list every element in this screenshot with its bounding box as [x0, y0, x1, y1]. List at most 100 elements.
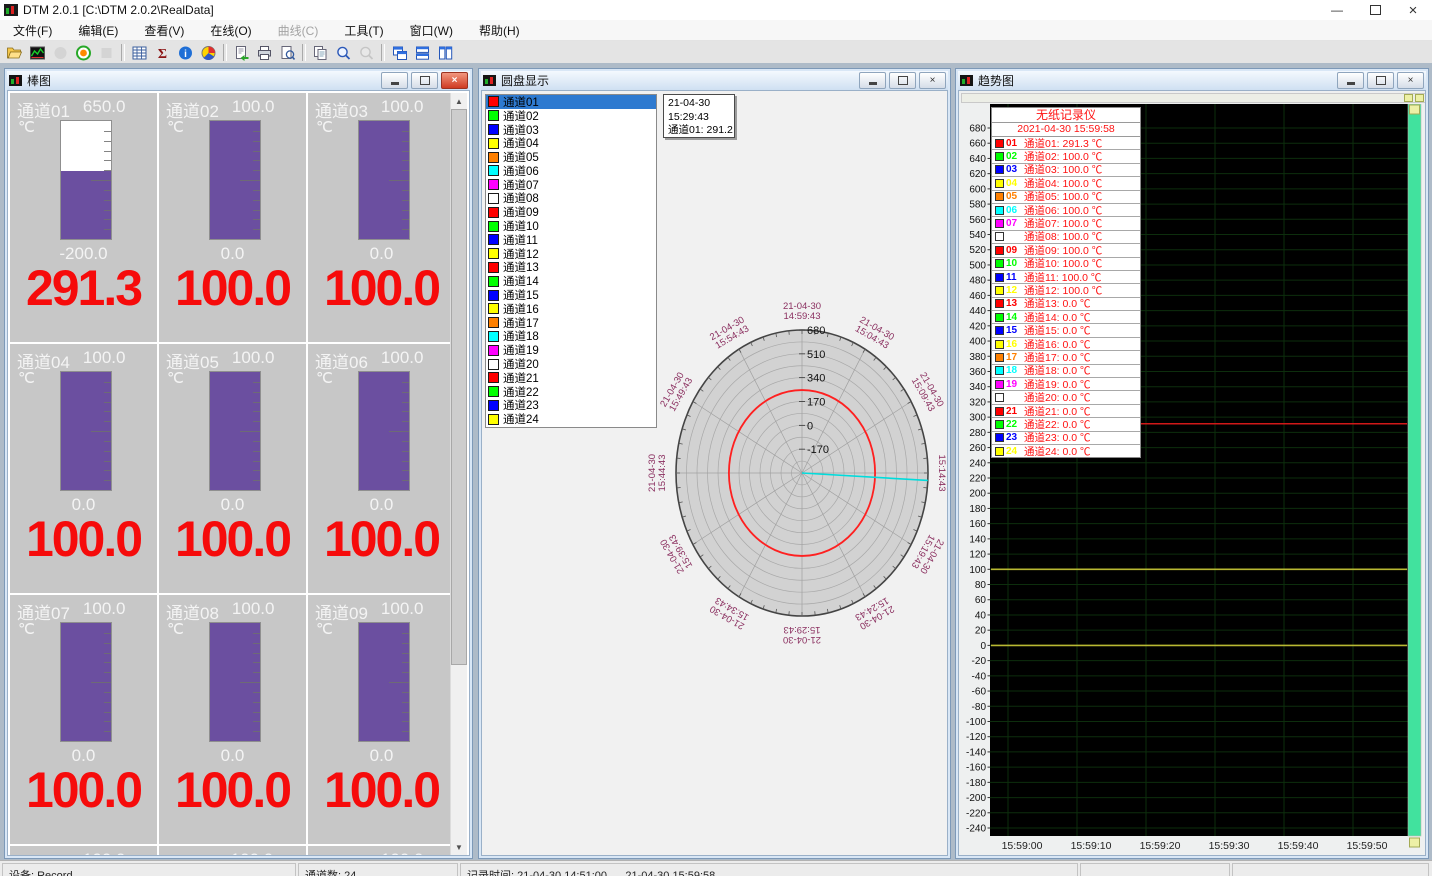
- legend-color-swatch: [995, 273, 1004, 282]
- menu-item-4[interactable]: 在线(O): [197, 19, 264, 42]
- svg-text:-240: -240: [966, 824, 986, 835]
- svg-text:-40: -40: [972, 671, 987, 682]
- app-icon: [4, 4, 18, 16]
- window-close-button[interactable]: ×: [1397, 72, 1424, 89]
- window-maximize-button[interactable]: [1367, 72, 1394, 89]
- slider-handle[interactable]: [1404, 94, 1413, 102]
- polar-chart[interactable]: 6805103401700-17021-04-3014:59:4321-04-3…: [612, 283, 948, 663]
- window-minimize-button[interactable]: [1337, 72, 1364, 89]
- gauge-tick: [389, 180, 409, 181]
- gauge-tick: [402, 421, 409, 422]
- mdi-workspace: 棒图 × 通道01650.0℃-200.0291.3通道02100.0℃0.01…: [0, 63, 1432, 860]
- slider-handle[interactable]: [1415, 94, 1424, 102]
- svg-text:280: 280: [969, 428, 986, 439]
- tooltip-time: 15:29:43: [668, 111, 730, 125]
- gauge-tick: [104, 131, 111, 132]
- gauge-tick: [402, 170, 409, 171]
- menu-item-1[interactable]: 文件(F): [0, 19, 65, 42]
- app-titlebar[interactable]: DTM 2.0.1 [C:\DTM 2.0.2\RealData] — ×: [0, 0, 1432, 20]
- menu-item-2[interactable]: 编辑(E): [65, 19, 131, 42]
- legend-channel-number: 11: [1006, 272, 1024, 283]
- print-preview-icon[interactable]: [276, 42, 299, 63]
- gauge-header: 通道09100.0: [315, 599, 453, 624]
- svg-text:640: 640: [969, 154, 986, 165]
- window-close-button[interactable]: ×: [919, 72, 946, 89]
- copy-icon[interactable]: [309, 42, 332, 63]
- trend-chart-window-titlebar[interactable]: 趋势图 ×: [958, 71, 1426, 90]
- window-maximize-button[interactable]: [411, 72, 438, 89]
- gauge-tick: [104, 160, 111, 161]
- gauge-tick: [402, 190, 409, 191]
- window-maximize-button[interactable]: [889, 72, 916, 89]
- bar-gauge-cell-通道02: 通道02100.0℃0.0100.0: [159, 93, 306, 342]
- cascade-windows-icon[interactable]: [388, 42, 411, 63]
- channel-color-swatch: [488, 317, 499, 328]
- maximize-icon: [1370, 5, 1381, 15]
- realtime-display-icon[interactable]: [26, 42, 49, 63]
- gauge-tick: [253, 219, 260, 220]
- legend-color-swatch: [995, 299, 1004, 308]
- svg-text:140: 140: [969, 534, 986, 545]
- window-close-button[interactable]: ×: [441, 72, 468, 89]
- bar-gauge-cell-通道05: 通道05100.0℃0.0100.0: [159, 344, 306, 593]
- window-minimize-button[interactable]: [859, 72, 886, 89]
- scrollbar-down-arrow[interactable]: ▼: [451, 839, 467, 855]
- gauge-unit: ℃: [18, 620, 35, 638]
- data-table-icon[interactable]: [128, 42, 151, 63]
- svg-text:15:59:40: 15:59:40: [1278, 840, 1319, 852]
- zoom-icon[interactable]: [332, 42, 355, 63]
- tile-horizontal-icon[interactable]: [411, 42, 434, 63]
- app-close-button[interactable]: ×: [1394, 0, 1432, 20]
- gauge-tick: [253, 470, 260, 471]
- main-toolbar: Σi: [0, 41, 1432, 65]
- tile-vertical-icon[interactable]: [434, 42, 457, 63]
- toolbar-separator: [223, 44, 227, 61]
- bar-window-scrollbar[interactable]: ▲ ▼: [450, 93, 467, 855]
- disc-display-window-titlebar[interactable]: 圆盘显示 ×: [481, 71, 948, 90]
- scrollbar-thumb[interactable]: [451, 109, 467, 665]
- scrollbar-up-arrow[interactable]: ▲: [451, 93, 467, 109]
- gauge-unit: ℃: [18, 369, 35, 387]
- app-minimize-button[interactable]: —: [1318, 0, 1356, 20]
- record-active-icon[interactable]: [72, 42, 95, 63]
- bar-graph-window-title: 棒图: [27, 72, 51, 89]
- gauge-max-value: 100.0: [232, 97, 275, 122]
- open-file-icon[interactable]: [3, 42, 26, 63]
- menu-item-7[interactable]: 窗口(W): [397, 19, 466, 42]
- window-minimize-button[interactable]: [381, 72, 408, 89]
- svg-text:20: 20: [975, 626, 987, 637]
- svg-text:170: 170: [807, 397, 825, 409]
- app-maximize-button[interactable]: [1356, 0, 1394, 20]
- pie-chart-icon[interactable]: [197, 42, 220, 63]
- info-icon[interactable]: i: [174, 42, 197, 63]
- legend-color-swatch: [995, 286, 1004, 295]
- legend-channel-number: 20: [1006, 392, 1024, 403]
- gauge-tick: [402, 461, 409, 462]
- menu-item-3[interactable]: 查看(V): [131, 19, 197, 42]
- gauge-header: 通道12100.0: [315, 850, 453, 856]
- channel-color-swatch: [488, 303, 499, 314]
- legend-channel-number: 22: [1006, 419, 1024, 430]
- gauge-tick: [104, 219, 111, 220]
- bar-graph-window-titlebar[interactable]: 棒图 ×: [7, 71, 470, 90]
- svg-text:-60: -60: [972, 687, 987, 698]
- gauge-tick: [104, 141, 111, 142]
- gauge-tick: [253, 411, 260, 412]
- menu-item-8[interactable]: 帮助(H): [466, 19, 533, 42]
- gauge-tick: [402, 151, 409, 152]
- svg-text:440: 440: [969, 306, 986, 317]
- record-idle-icon: [49, 42, 72, 63]
- trend-horizontal-slider[interactable]: [961, 93, 1426, 103]
- gauge-tick: [402, 702, 409, 703]
- menu-item-6[interactable]: 工具(T): [331, 19, 396, 42]
- legend-channel-number: 24: [1006, 446, 1024, 457]
- gauge-tick: [253, 141, 260, 142]
- gauge-tick: [253, 712, 260, 713]
- gauge-tick: [104, 170, 111, 171]
- channel-color-swatch: [488, 359, 499, 370]
- statistics-sum-icon[interactable]: Σ: [151, 42, 174, 63]
- svg-text:680: 680: [969, 124, 986, 135]
- print-icon[interactable]: [253, 42, 276, 63]
- export-icon[interactable]: [230, 42, 253, 63]
- legend-color-swatch: [995, 246, 1004, 255]
